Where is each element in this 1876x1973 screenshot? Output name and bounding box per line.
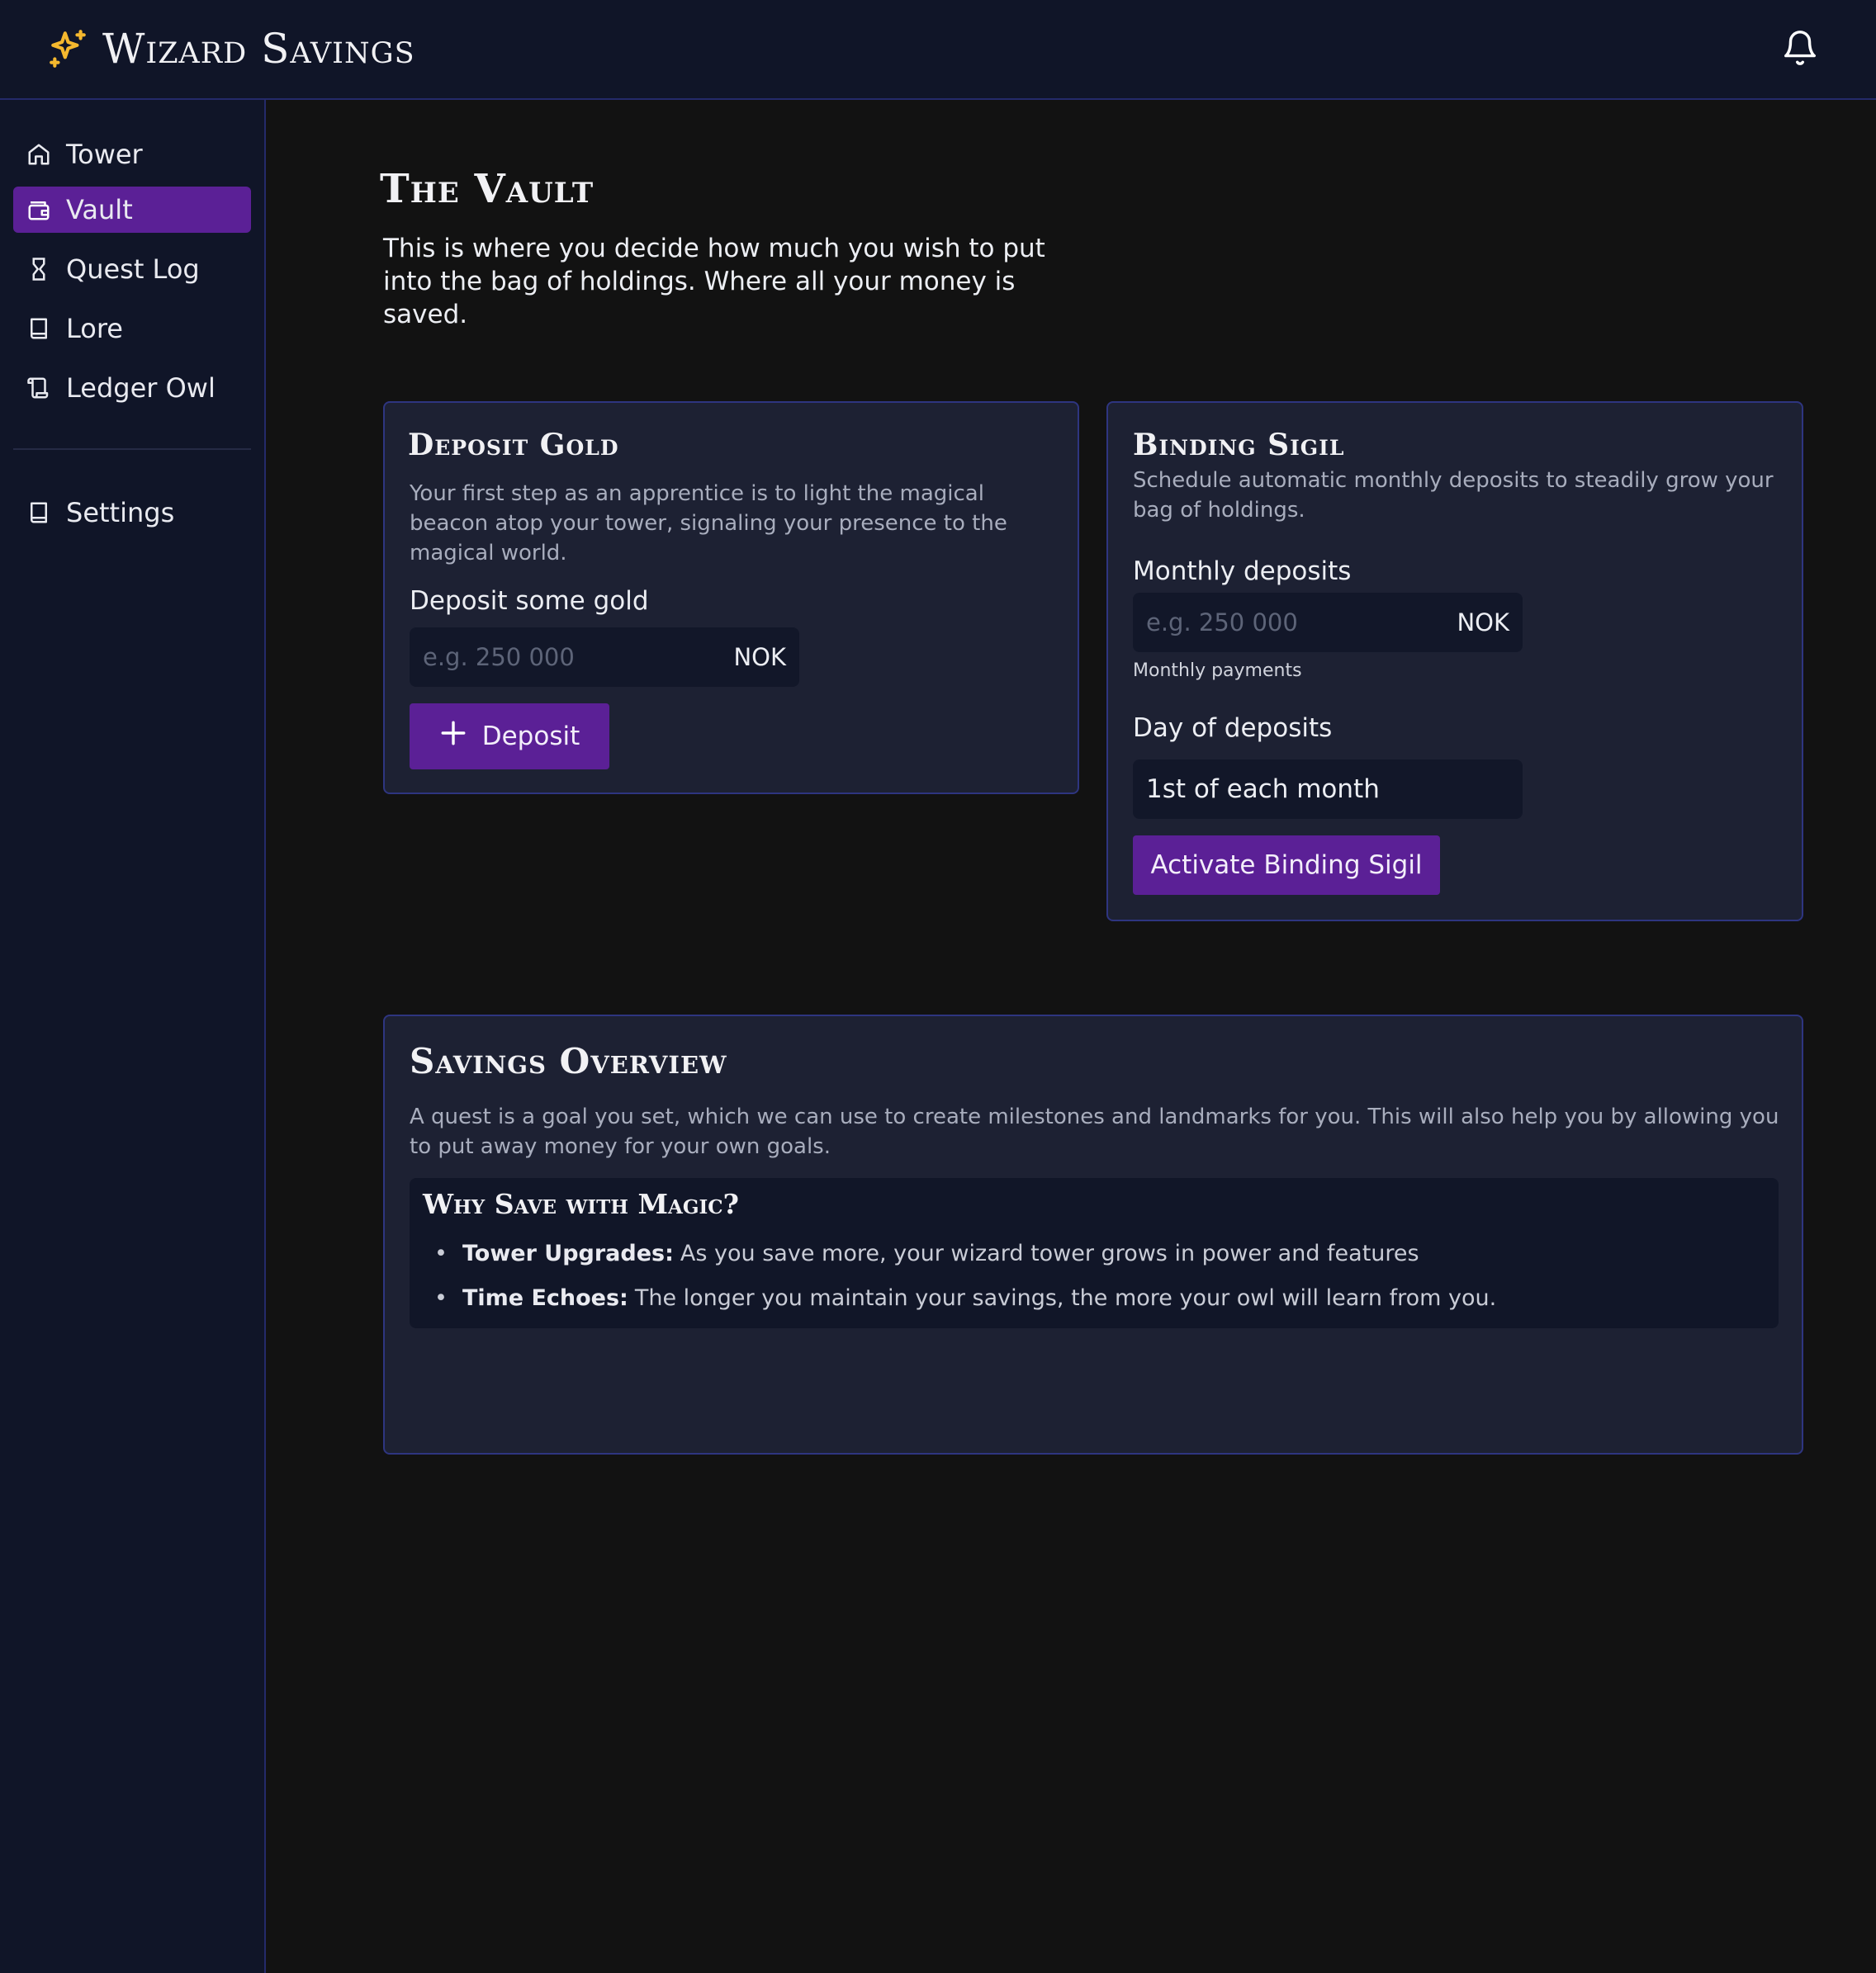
bullet-dot: • <box>434 1241 448 1266</box>
sidebar-item-label: Tower <box>66 139 143 170</box>
sidebar-item-label: Lore <box>66 313 123 344</box>
sidebar-divider <box>13 448 251 450</box>
savings-overview-card: Savings Overview A quest is a goal you s… <box>383 1015 1803 1455</box>
deposit-input-group: NOK <box>410 627 799 687</box>
scroll-icon <box>26 376 51 400</box>
hourglass-icon <box>26 257 51 282</box>
book-icon <box>26 500 51 525</box>
card-description: Schedule automatic monthly deposits to s… <box>1133 468 1774 523</box>
top-bar: Wizard Savings <box>0 0 1876 100</box>
activate-button-label: Activate Binding Sigil <box>1150 850 1423 880</box>
notifications-button[interactable] <box>1777 26 1823 73</box>
list-item-key: Time Echoes: <box>462 1285 628 1311</box>
binding-sigil-card: Binding Sigil Schedule automatic monthly… <box>1106 401 1803 921</box>
plus-icon <box>439 719 467 754</box>
deposit-button-label: Deposit <box>481 722 580 751</box>
monthly-payments-caption: Monthly payments <box>1133 660 1302 681</box>
home-icon <box>26 142 51 167</box>
sidebar: Tower Vault Quest Log Lore Ledger Owl Se… <box>0 100 266 1973</box>
day-of-deposits-value: 1st of each month <box>1146 774 1380 804</box>
sidebar-item-tower[interactable]: Tower <box>13 131 251 177</box>
bell-icon <box>1781 28 1819 71</box>
sidebar-item-vault[interactable]: Vault <box>13 187 251 233</box>
book-icon <box>26 316 51 341</box>
why-save-title: Why Save with Magic? <box>423 1188 739 1220</box>
card-title: Deposit Gold <box>408 428 619 462</box>
why-save-box: Why Save with Magic? • Tower Upgrades: A… <box>410 1178 1779 1328</box>
main-content: The Vault This is where you decide how m… <box>266 100 1876 1973</box>
deposit-card: Deposit Gold Your first step as an appre… <box>383 401 1079 794</box>
wallet-icon <box>26 197 51 222</box>
card-description: A quest is a goal you set, which we can … <box>410 1105 1779 1159</box>
page-title: The Vault <box>380 166 595 212</box>
card-description: Your first step as an apprentice is to l… <box>410 481 1007 565</box>
monthly-deposit-input-group: NOK <box>1133 593 1523 652</box>
sidebar-item-quest-log[interactable]: Quest Log <box>13 246 251 292</box>
day-of-deposits-label: Day of deposits <box>1133 713 1333 743</box>
sidebar-item-label: Settings <box>66 497 175 528</box>
app-title: Wizard Savings <box>102 25 415 73</box>
activate-binding-sigil-button[interactable]: Activate Binding Sigil <box>1133 835 1440 895</box>
sidebar-item-label: Quest Log <box>66 253 200 285</box>
page-description: This is where you decide how much you wi… <box>383 234 1045 329</box>
list-item: • Tower Upgrades: As you save more, your… <box>434 1241 1419 1266</box>
deposit-button[interactable]: Deposit <box>410 703 609 769</box>
currency-unit: NOK <box>733 643 786 671</box>
sidebar-item-ledger-owl[interactable]: Ledger Owl <box>13 365 251 411</box>
day-of-deposits-select[interactable]: 1st of each month <box>1133 759 1523 819</box>
sidebar-item-lore[interactable]: Lore <box>13 305 251 352</box>
list-item-text: As you save more, your wizard tower grow… <box>680 1241 1419 1266</box>
list-item-key: Tower Upgrades: <box>462 1241 674 1266</box>
brand[interactable]: Wizard Savings <box>48 21 415 76</box>
sidebar-item-settings[interactable]: Settings <box>13 490 251 536</box>
card-title: Binding Sigil <box>1133 428 1345 462</box>
sparkle-icon <box>48 28 89 69</box>
bullet-dot: • <box>434 1285 448 1311</box>
sidebar-item-label: Vault <box>66 194 133 225</box>
monthly-deposits-label: Monthly deposits <box>1133 556 1352 586</box>
list-item-text: The longer you maintain your savings, th… <box>634 1285 1497 1311</box>
card-title: Savings Overview <box>410 1041 727 1081</box>
deposit-amount-input[interactable] <box>423 643 704 671</box>
monthly-deposit-input[interactable] <box>1146 608 1427 636</box>
list-item: • Time Echoes: The longer you maintain y… <box>434 1285 1496 1311</box>
sidebar-item-label: Ledger Owl <box>66 372 216 404</box>
deposit-field-label: Deposit some gold <box>410 586 649 616</box>
currency-unit: NOK <box>1457 608 1509 636</box>
